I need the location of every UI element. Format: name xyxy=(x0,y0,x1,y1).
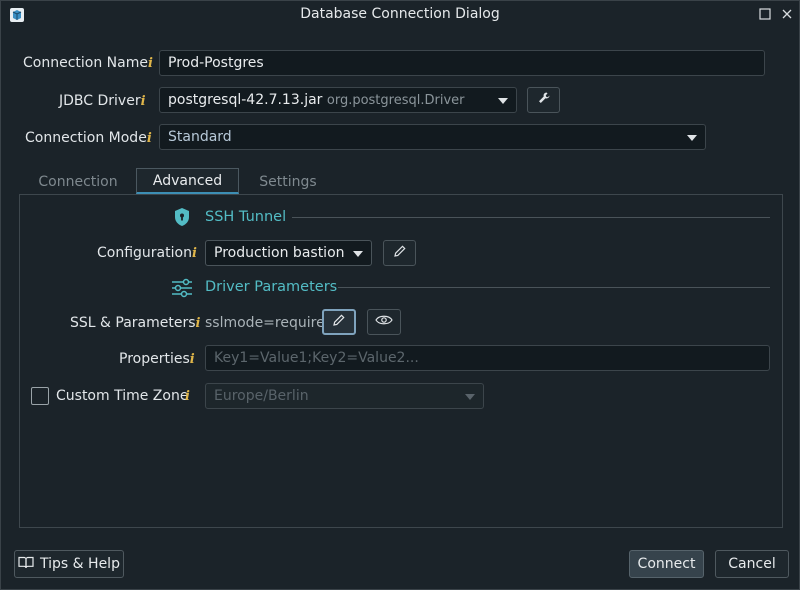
cancel-button[interactable]: Cancel xyxy=(715,550,789,578)
info-icon: i xyxy=(185,389,190,404)
chevron-down-icon xyxy=(353,251,363,257)
jdbc-driver-label: JDBC Driveri xyxy=(59,93,146,109)
edit-configuration-button[interactable] xyxy=(383,240,416,266)
tab-connection[interactable]: Connection xyxy=(23,168,133,194)
configuration-select[interactable]: Production bastion xyxy=(205,240,372,266)
maximize-icon[interactable] xyxy=(758,7,772,21)
custom-timezone-label[interactable]: Custom Time Zone xyxy=(56,388,188,404)
section-divider xyxy=(338,287,770,288)
chevron-down-icon xyxy=(498,98,508,104)
jdbc-driver-select[interactable]: postgresql-42.7.13.jar org.postgresql.Dr… xyxy=(159,87,517,113)
wrench-icon xyxy=(537,91,551,109)
close-icon[interactable] xyxy=(780,7,794,21)
title-bar: Database Connection Dialog xyxy=(1,1,799,29)
pencil-icon xyxy=(332,313,346,331)
info-icon: i xyxy=(195,316,201,331)
connection-name-label: Connection Namei xyxy=(23,55,153,71)
eye-icon xyxy=(375,314,393,330)
custom-timezone-checkbox[interactable] xyxy=(31,387,49,405)
chevron-down-icon xyxy=(465,394,475,400)
ssh-tunnel-heading: SSH Tunnel xyxy=(205,209,287,225)
chevron-down-icon xyxy=(687,135,697,141)
shield-icon xyxy=(172,207,192,231)
sliders-icon xyxy=(171,278,193,302)
driver-parameters-heading: Driver Parameters xyxy=(205,279,338,295)
info-icon: i xyxy=(140,94,146,109)
tab-advanced[interactable]: Advanced xyxy=(136,168,239,194)
info-icon: i xyxy=(189,352,195,367)
ssl-value-text: sslmode=require xyxy=(205,315,325,331)
properties-input[interactable]: Key1=Value1;Key2=Value2... xyxy=(205,345,770,371)
info-icon: i xyxy=(146,131,152,146)
tips-help-button[interactable]: Tips & Help xyxy=(14,550,124,578)
info-icon: i xyxy=(191,246,197,261)
book-icon xyxy=(18,556,34,573)
connect-button[interactable]: Connect xyxy=(629,550,704,578)
pencil-icon xyxy=(393,244,407,262)
info-icon: i xyxy=(147,56,153,71)
connection-name-field[interactable]: Prod-Postgres xyxy=(159,50,765,76)
dialog-window: Database Connection Dialog Connection Na… xyxy=(0,0,800,590)
view-ssl-button[interactable] xyxy=(367,309,401,335)
configuration-label: Configurationi xyxy=(97,245,197,261)
connection-mode-label: Connection Modei xyxy=(25,130,152,146)
ssl-parameters-label: SSL & Parametersi xyxy=(70,315,201,331)
timezone-select[interactable]: Europe/Berlin xyxy=(205,383,484,409)
section-divider xyxy=(292,217,770,218)
driver-settings-button[interactable] xyxy=(527,87,560,113)
tab-settings[interactable]: Settings xyxy=(243,168,333,194)
properties-label: Propertiesi xyxy=(119,351,195,367)
edit-ssl-button[interactable] xyxy=(322,309,356,335)
window-title: Database Connection Dialog xyxy=(300,6,500,22)
connection-mode-select[interactable]: Standard xyxy=(159,124,706,150)
